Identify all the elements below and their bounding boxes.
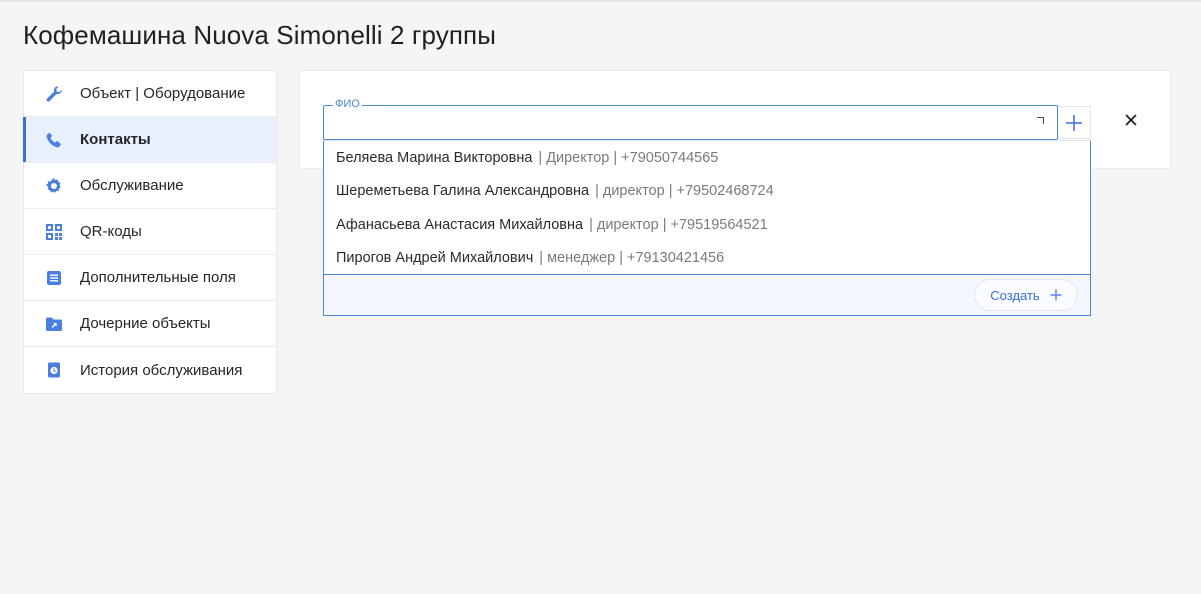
fio-input[interactable] — [330, 108, 1030, 137]
sidebar-item-extra-fields[interactable]: Дополнительные поля — [24, 255, 276, 301]
sidebar-item-label: Обслуживание — [80, 177, 184, 194]
sidebar-item-label: Объект | Оборудование — [80, 85, 246, 102]
sidebar-item-label: Дочерние объекты — [80, 315, 211, 332]
close-button[interactable] — [1119, 109, 1143, 131]
history-icon — [44, 360, 64, 380]
contact-details: | директор | +79519564521 — [589, 216, 768, 233]
folder-icon — [44, 314, 64, 334]
list-document-icon — [44, 268, 64, 288]
create-button-label: Создать — [990, 287, 1040, 303]
sidebar-item-label: Дополнительные поля — [80, 269, 236, 286]
sidebar-item-child-objects[interactable]: Дочерние объекты — [24, 301, 276, 347]
contact-name: Беляева Марина Викторовна — [336, 149, 533, 166]
list-item[interactable]: Беляева Марина Викторовна | Директор | +… — [324, 141, 1090, 175]
dropdown-footer: Создать — [324, 275, 1090, 315]
phone-icon — [44, 130, 64, 150]
gear-icon — [44, 176, 64, 196]
add-contact-button[interactable] — [1058, 106, 1091, 139]
contact-details: | директор | +79502468724 — [595, 183, 774, 200]
contact-name: Афанасьева Анастасия Михайловна — [336, 216, 584, 233]
close-icon — [1125, 114, 1137, 126]
sidebar-item-label: История обслуживания — [80, 361, 243, 379]
sidebar-item-object[interactable]: Объект | Оборудование — [24, 71, 276, 117]
sidebar-item-label: Контакты — [80, 131, 151, 148]
list-item[interactable]: Пирогов Андрей Михайлович | менеджер | +… — [324, 242, 1090, 276]
sidebar-item-service[interactable]: Обслуживание — [24, 163, 276, 209]
wrench-icon — [44, 84, 64, 104]
contact-name: Шереметьева Галина Александровна — [336, 183, 590, 200]
plus-icon — [1066, 114, 1082, 131]
contact-suggestions-dropdown: Беляева Марина Викторовна | Директор | +… — [323, 140, 1091, 316]
contact-name: Пирогов Андрей Михайлович — [336, 250, 534, 267]
sidebar: Объект | Оборудование Контакты Обслужива… — [23, 70, 277, 394]
sidebar-item-label: QR-коды — [80, 223, 142, 240]
list-item[interactable]: Афанасьева Анастасия Михайловна | директ… — [324, 208, 1090, 242]
fio-label: ФИО — [333, 97, 362, 111]
qr-code-icon — [44, 222, 64, 242]
top-divider — [0, 0, 1201, 2]
create-contact-button[interactable]: Создать — [974, 279, 1078, 311]
list-item[interactable]: Шереметьева Галина Александровна | дирек… — [324, 175, 1090, 209]
plus-icon — [1050, 289, 1062, 301]
dropdown-toggle-icon[interactable] — [1037, 117, 1044, 124]
contact-details: | менеджер | +79130421456 — [539, 250, 725, 267]
contact-details: | Директор | +79050744565 — [538, 149, 719, 166]
sidebar-item-qr[interactable]: QR-коды — [24, 209, 276, 255]
sidebar-item-history[interactable]: История обслуживания — [24, 347, 276, 393]
page-title: Кофемашина Nuova Simonelli 2 группы — [23, 20, 496, 50]
suggestions-list: Беляева Марина Викторовна | Директор | +… — [324, 141, 1090, 275]
fio-field[interactable] — [323, 105, 1058, 140]
sidebar-item-contacts[interactable]: Контакты — [23, 117, 276, 163]
